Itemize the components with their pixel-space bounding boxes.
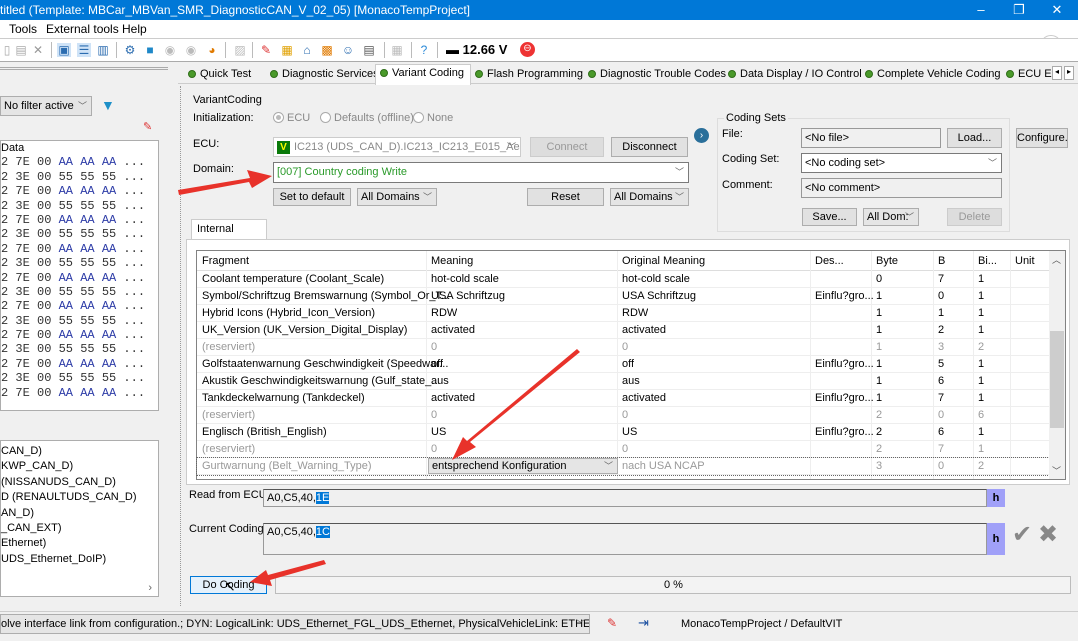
arrow-do-coding <box>250 560 326 586</box>
arrow-domain <box>178 170 272 195</box>
arrow-meaning <box>452 349 580 460</box>
annotation-arrows <box>178 170 580 586</box>
